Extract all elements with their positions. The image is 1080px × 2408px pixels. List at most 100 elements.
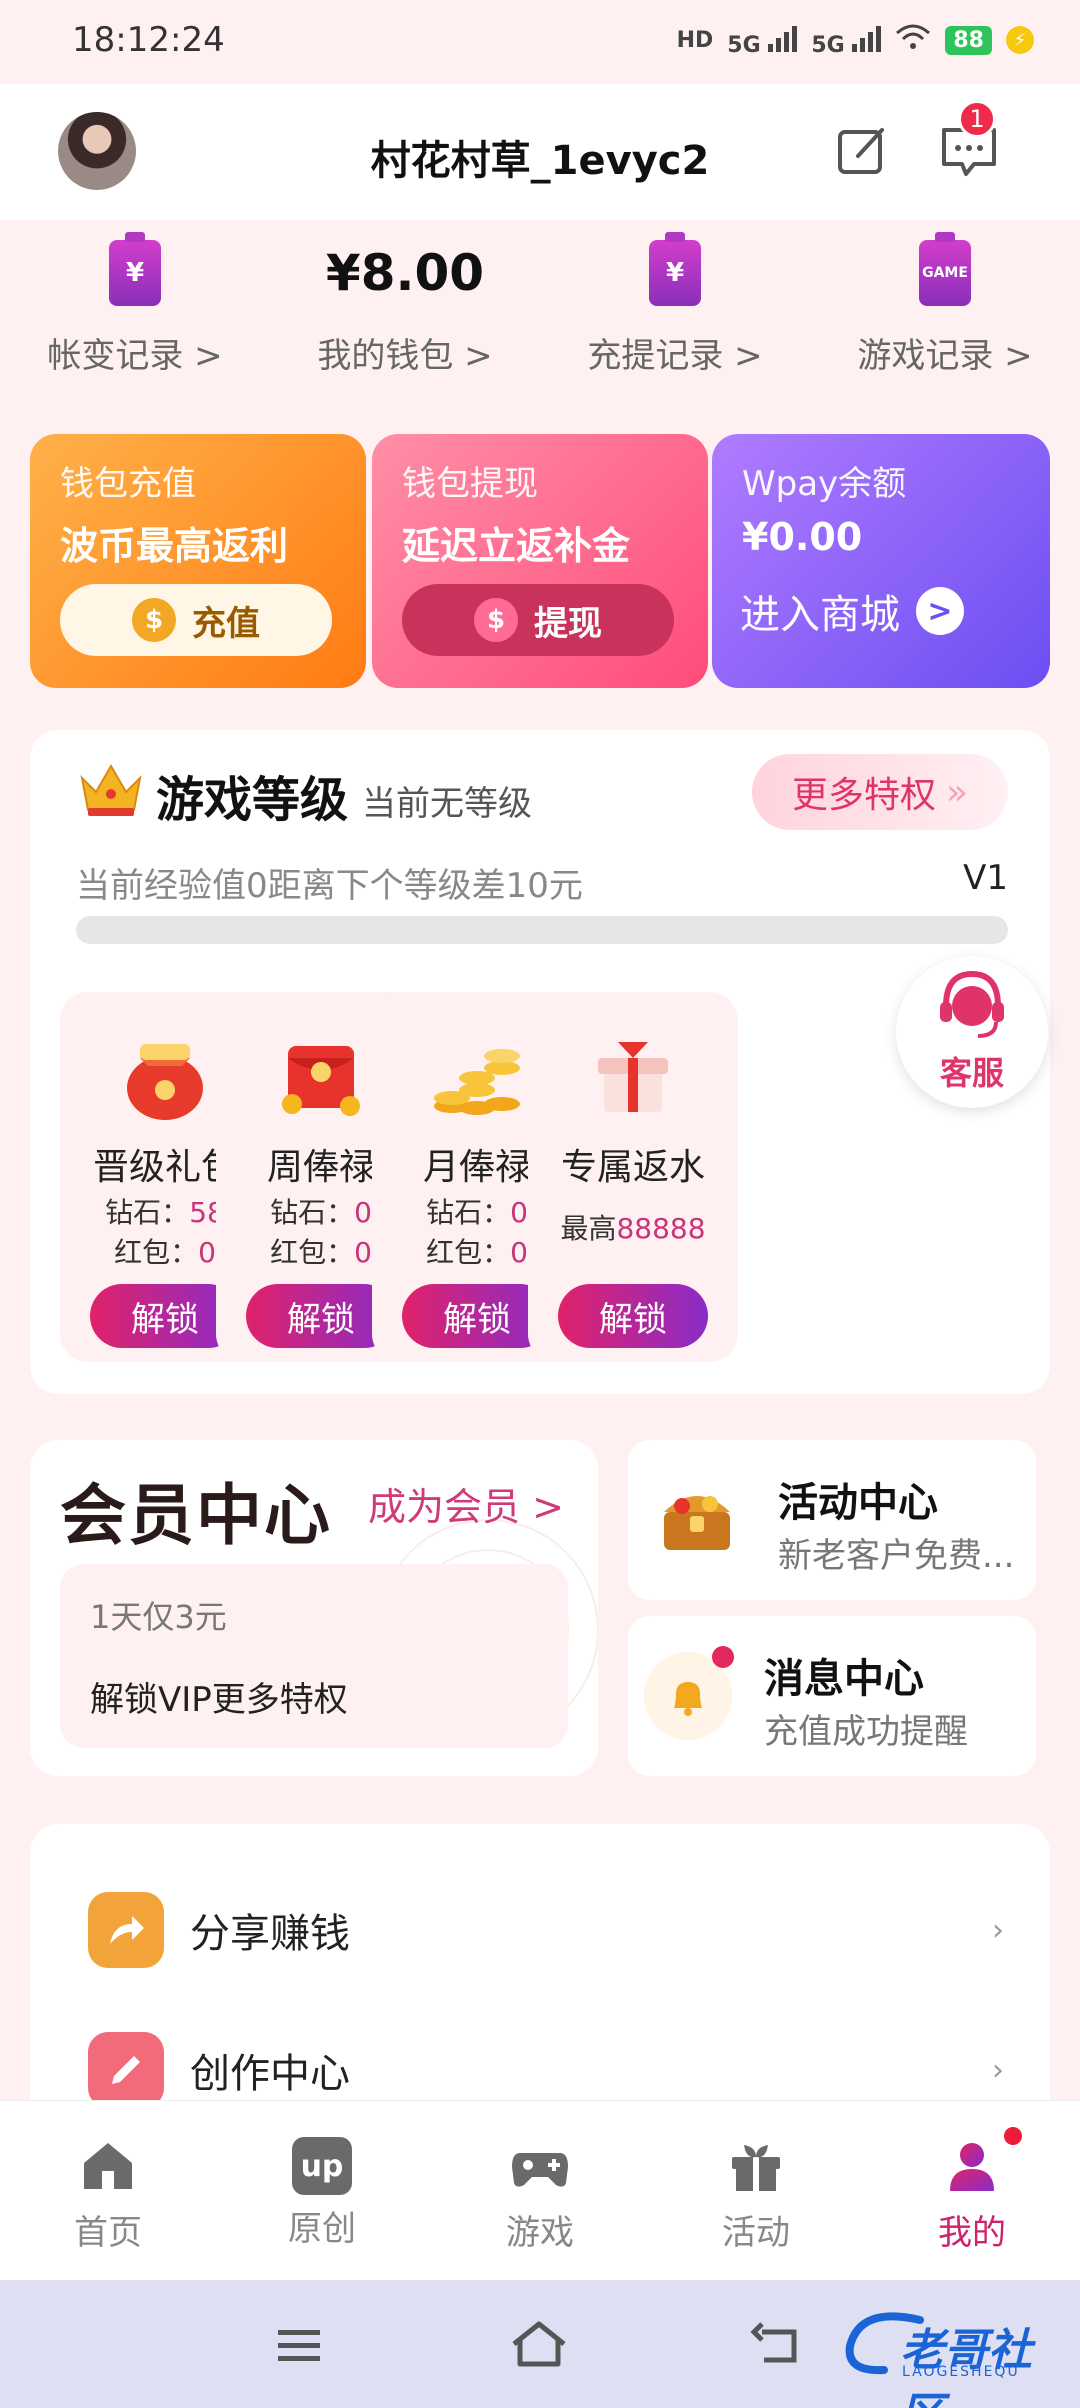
withdraw-card[interactable]: 钱包提现 延迟立返补金 $ 提现 (372, 434, 708, 688)
enter-mall-label: 进入商城 (740, 592, 900, 638)
nav-label: 活动 (722, 2213, 790, 2253)
member-desc: 解锁VIP更多特权 (90, 1680, 348, 1720)
game-phone-icon: GAME (919, 232, 971, 306)
activity-center-card[interactable]: 活动中心 新老客户免费... (628, 1440, 1036, 1600)
notification-dot (1004, 2127, 1022, 2145)
perk-max-rebate: 最高88888 (560, 1212, 706, 1245)
edit-icon[interactable] (836, 124, 890, 178)
share-arrow-icon (88, 1892, 164, 1968)
lucky-bag-icon (127, 1044, 203, 1120)
gift-box-icon (598, 1042, 668, 1112)
gift-icon (732, 2145, 780, 2191)
coin-icon: $ (132, 598, 176, 642)
deposit-icon: ¥ (649, 232, 701, 306)
crown-icon (80, 763, 142, 816)
gamepad-icon (512, 2153, 568, 2187)
coin-icon: $ (474, 598, 518, 642)
nav-label: 游戏 (506, 2213, 574, 2253)
unlock-button[interactable]: 解锁 (558, 1284, 708, 1348)
signal-icon: 5G (727, 22, 798, 58)
double-chevron-icon: » (945, 771, 969, 813)
perk-name: 专属返水 (560, 1147, 705, 1188)
signal-icon-2: 5G (811, 22, 882, 58)
recharge-button[interactable]: $ 充值 (60, 584, 332, 656)
nav-mine[interactable]: 我的 (882, 2127, 1062, 2254)
become-member-link[interactable]: 成为会员 > (368, 1476, 564, 1531)
experience-text: 当前经验值0距离下个等级差10元 (76, 866, 583, 906)
withdraw-button-label: 提现 (534, 603, 602, 644)
member-center-title: 会员中心 (60, 1477, 332, 1554)
activity-center-subtitle: 新老客户免费... (778, 1536, 1015, 1576)
nav-games[interactable]: 游戏 (450, 2137, 630, 2254)
status-bar: 18:12:24 HD 5G 5G 88 ⚡ (0, 0, 1080, 84)
wallet-label: 充提记录 > (587, 336, 763, 376)
home-icon (84, 2143, 132, 2189)
system-navigation-bar: 老哥社区 LAOGESHEQU (0, 2280, 1080, 2408)
nav-home[interactable]: 首页 (18, 2137, 198, 2254)
member-price: 1天仅3元 (90, 1598, 227, 1636)
member-center-card[interactable]: 会员中心 成为会员 > 1天仅3元 解锁VIP更多特权 (30, 1440, 598, 1776)
list-item-label: 分享赚钱 (190, 1911, 350, 1957)
wallet-amount: ¥8.00 (325, 244, 485, 302)
menu-icon[interactable] (264, 2310, 334, 2380)
chevron-right-icon: › (992, 2052, 1004, 2088)
bottom-navigation: 首页 up 原创 游戏 活动 我的 (0, 2100, 1080, 2280)
nav-label: 原创 (288, 2209, 356, 2249)
member-offer-box[interactable]: 1天仅3元 解锁VIP更多特权 (60, 1564, 568, 1748)
wallet-item-deposit-records[interactable]: ¥ 充提记录 > (540, 232, 810, 377)
card-title: Wpay余额 (742, 464, 907, 504)
pencil-icon (88, 2032, 164, 2108)
ledger-icon: ¥ (109, 232, 161, 306)
wallet-item-transactions[interactable]: ¥ 帐变记录 > (0, 232, 270, 377)
username: 村花村草_1evyc2 (370, 138, 710, 184)
battery-indicator: 88 (945, 25, 992, 55)
withdraw-button[interactable]: $ 提现 (402, 584, 674, 656)
profile-header: 村花村草_1evyc2 1 (0, 84, 1080, 220)
nav-original[interactable]: up 原创 (232, 2137, 412, 2250)
message-center-subtitle: 充值成功提醒 (764, 1712, 968, 1752)
message-center-card[interactable]: 消息中心 充值成功提醒 (628, 1616, 1036, 1776)
gold-coins-icon (434, 1049, 520, 1115)
wallet-label: 帐变记录 > (47, 336, 223, 376)
wallet-label: 我的钱包 > (317, 336, 493, 376)
card-title: 钱包提现 (402, 464, 538, 504)
card-title: 钱包充值 (60, 464, 196, 504)
nav-activity[interactable]: 活动 (666, 2137, 846, 2254)
wallet-item-game-records[interactable]: GAME 游戏记录 > (810, 232, 1080, 377)
red-envelope-icon (282, 1046, 360, 1116)
watermark-logo: 老哥社区 LAOGESHEQU (840, 2300, 1066, 2408)
nav-label: 我的 (938, 2213, 1006, 2253)
home-button-icon[interactable] (504, 2310, 574, 2380)
recharge-card[interactable]: 钱包充值 波币最高返利 $ 充值 (30, 434, 366, 688)
user-icon (950, 2143, 994, 2191)
customer-service-button[interactable]: 客服 (896, 956, 1048, 1108)
wifi-icon (895, 23, 931, 57)
enter-mall-link[interactable]: 进入商城 > (740, 582, 964, 640)
nav-label: 首页 (74, 2213, 142, 2253)
back-icon[interactable] (744, 2310, 814, 2380)
level-title: 游戏等级 (156, 772, 349, 828)
charging-icon: ⚡ (1006, 26, 1034, 54)
wpay-balance: ¥0.00 (742, 515, 863, 559)
list-item-label: 创作中心 (190, 2051, 350, 2097)
message-center-title: 消息中心 (764, 1656, 924, 1702)
more-privileges-button[interactable]: 更多特权 » (752, 754, 1008, 830)
chevron-right-icon: > (916, 587, 964, 635)
list-item-share-earn[interactable]: 分享赚钱 › (30, 1870, 1050, 1990)
perk-card-rebate: 专属返水 最高88888 解锁 (528, 992, 738, 1362)
hd-indicator: HD (676, 27, 714, 53)
next-level-code: V1 (963, 858, 1008, 898)
wallet-item-my-wallet[interactable]: ¥8.00 我的钱包 > (270, 240, 540, 377)
status-time: 18:12:24 (72, 20, 225, 60)
level-progress-bar (76, 916, 1008, 944)
watermark-subtext: LAOGESHEQU (902, 2364, 1020, 2380)
treasure-chest-icon (664, 1496, 730, 1550)
wpay-card[interactable]: Wpay余额 ¥0.00 进入商城 > (712, 434, 1050, 688)
activity-center-title: 活动中心 (778, 1480, 938, 1526)
chevron-right-icon: › (992, 1912, 1004, 1948)
status-icons: HD 5G 5G 88 ⚡ (677, 22, 1034, 58)
card-subtitle: 波币最高返利 (60, 524, 289, 568)
menu-list: 分享赚钱 › 创作中心 › (30, 1824, 1050, 2144)
level-status: 当前无等级 (362, 784, 532, 824)
wallet-label: 游戏记录 > (857, 336, 1033, 376)
